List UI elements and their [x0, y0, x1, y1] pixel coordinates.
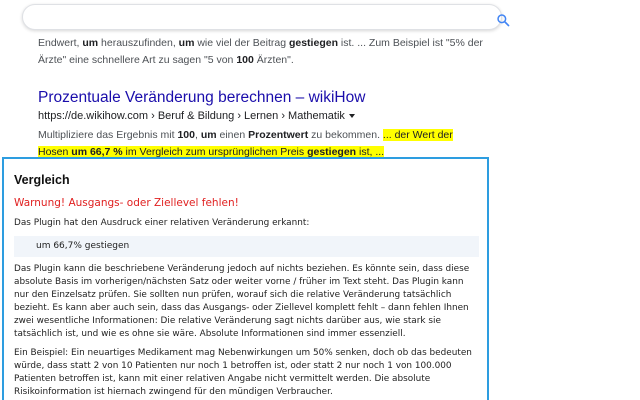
popup-title: Vergleich: [14, 173, 70, 187]
popup-expression: um 66,7% gestiegen: [14, 236, 479, 257]
comparison-popup: Vergleich Warnung! Ausgangs- oder Zielle…: [2, 157, 489, 400]
search-bar[interactable]: [22, 4, 510, 30]
caret-down-icon[interactable]: [348, 114, 355, 119]
popup-detected-text: Das Plugin hat den Ausdruck einer relati…: [14, 218, 310, 228]
prev-result-snippet-line-2: Ärzte" eine schnellere Art zu sagen "5 v…: [38, 54, 294, 66]
popup-paragraph-2: Ein Beispiel: Ein neuartiges Medikament …: [14, 348, 472, 397]
result-breadcrumb[interactable]: https://de.wikihow.com › Beruf & Bildung…: [38, 108, 355, 124]
popup-warning: Warnung! Ausgangs- oder Ziellevel fehlen…: [14, 197, 239, 209]
popup-paragraph-1: Das Plugin kann die beschriebene Verände…: [14, 264, 470, 339]
search-input[interactable]: [35, 9, 455, 27]
result-url: https://de.wikihow.com › Beruf & Bildung…: [38, 110, 345, 122]
search-icon[interactable]: [496, 13, 510, 27]
result-title-link[interactable]: Prozentuale Veränderung berechnen – wiki…: [38, 88, 365, 108]
